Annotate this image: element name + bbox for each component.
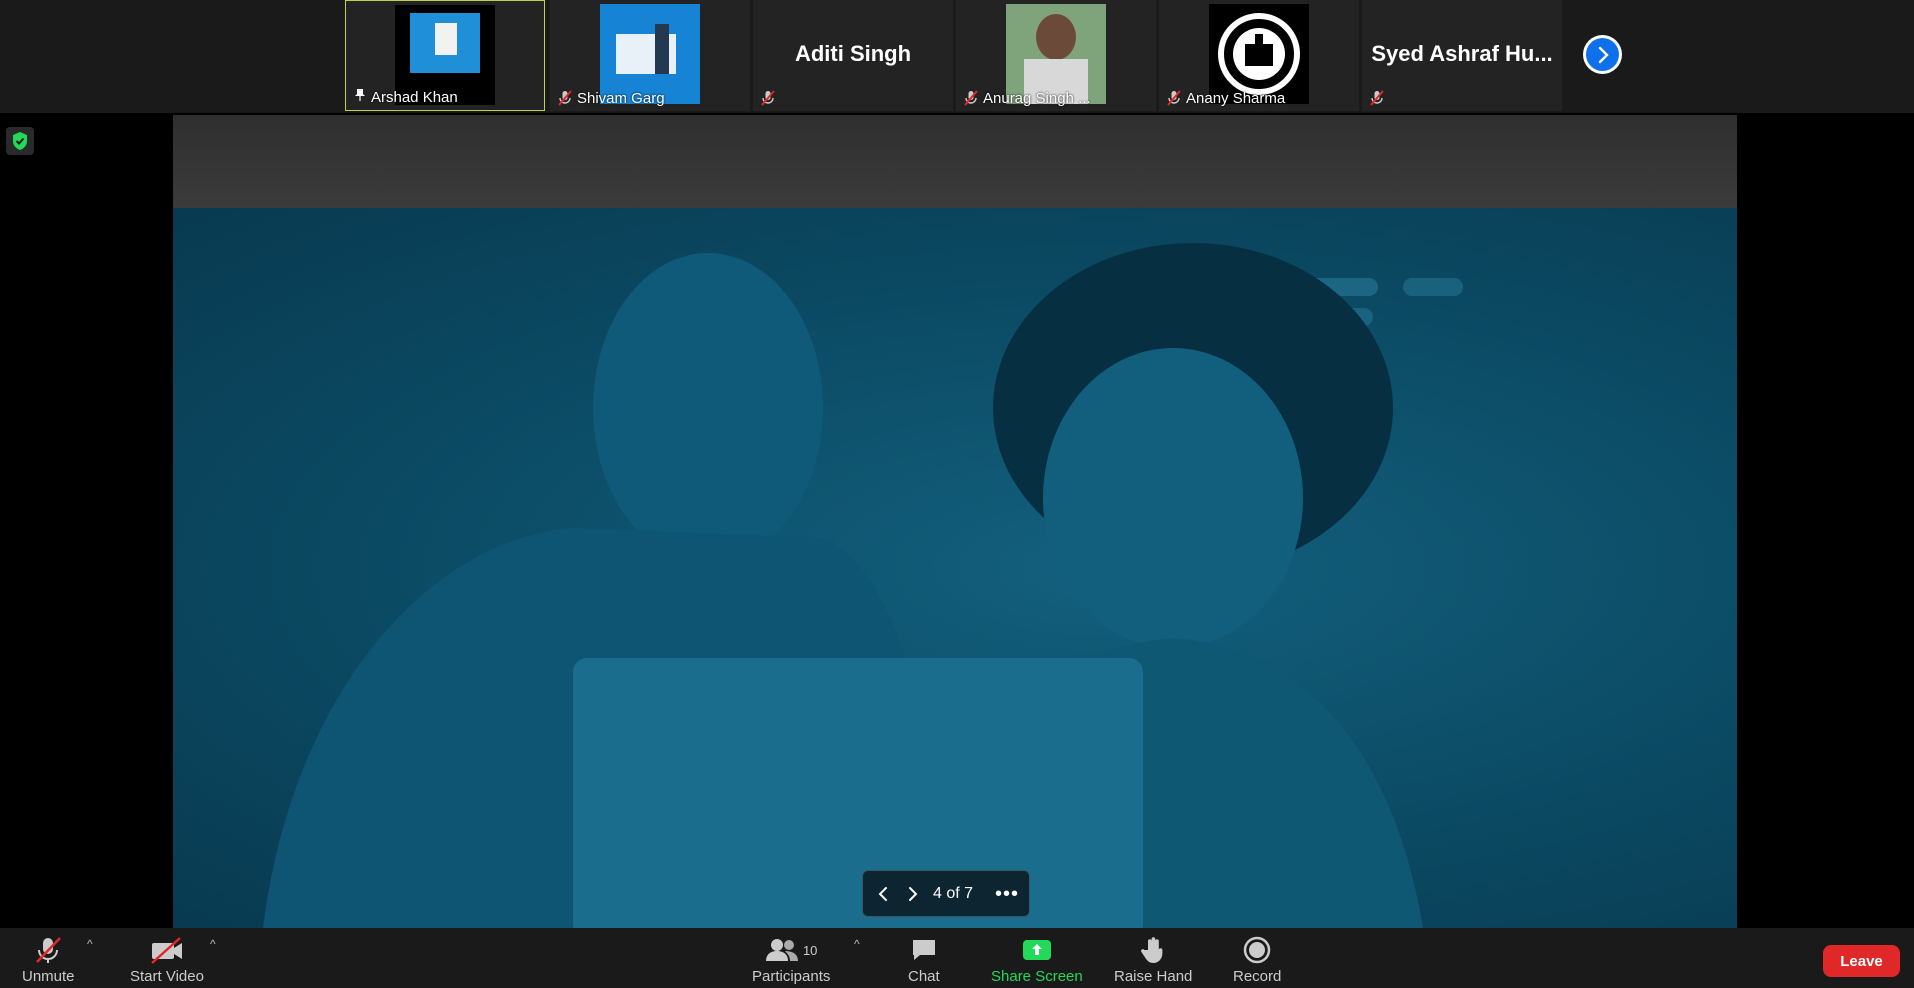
participants-button[interactable]: 10 Participants — [752, 934, 830, 985]
meeting-toolbar: Unmute ^ Start Video ^ 10 Participants ^… — [0, 928, 1914, 988]
participant-name: Shivam Garg — [577, 89, 665, 107]
mic-muted-icon — [1370, 90, 1384, 106]
next-participants-button[interactable] — [1583, 35, 1622, 74]
participant-tile-shivam-garg[interactable]: Shivam Garg — [550, 0, 750, 111]
video-options-caret-icon[interactable]: ^ — [210, 937, 216, 951]
slide-header-band — [173, 115, 1737, 208]
leave-button[interactable]: Leave — [1823, 945, 1900, 977]
participant-tile-arshad-khan[interactable]: Arshad Khan — [345, 0, 545, 111]
unmute-label: Unmute — [22, 968, 75, 985]
mic-muted-icon — [33, 934, 63, 966]
raise-hand-button[interactable]: Raise Hand — [1114, 934, 1192, 985]
mic-muted-icon — [558, 90, 572, 106]
share-screen-label: Share Screen — [991, 968, 1083, 985]
start-video-button[interactable]: Start Video — [130, 934, 204, 985]
slide-photo-illustration — [263, 243, 1463, 928]
raise-hand-label: Raise Hand — [1114, 968, 1193, 985]
participant-name: Arshad Khan — [371, 88, 458, 106]
share-screen-button[interactable]: Share Screen — [991, 934, 1083, 985]
participants-icon — [765, 939, 798, 961]
participants-label: Participants — [752, 968, 831, 985]
participant-name: Anany Sharma — [1186, 89, 1286, 107]
chevron-right-icon — [909, 886, 918, 901]
slide-navigation: 4 of 7 ••• — [862, 870, 1030, 917]
mic-muted-icon — [964, 90, 978, 106]
chevron-left-icon — [878, 886, 887, 901]
record-label: Record — [1233, 968, 1282, 985]
pin-icon — [354, 88, 366, 106]
more-options-icon[interactable]: ••• — [995, 884, 1019, 904]
chat-icon — [910, 934, 938, 966]
participant-tile-anurag-singh[interactable]: Anurag Singh ... — [956, 0, 1156, 111]
chat-label: Chat — [908, 968, 940, 985]
shared-slide — [173, 115, 1737, 928]
chevron-right-icon — [1586, 38, 1619, 71]
participant-name: Anurag Singh ... — [983, 89, 1091, 107]
audio-options-caret-icon[interactable]: ^ — [87, 937, 93, 951]
prev-slide-button[interactable] — [873, 884, 893, 904]
encryption-shield-icon[interactable] — [6, 127, 34, 155]
participant-display-name: Aditi Singh — [794, 41, 912, 66]
slide-page-indicator: 4 of 7 — [933, 884, 974, 902]
participant-display-name: Syed Ashraf Hu... — [1371, 41, 1553, 66]
participant-strip: Arshad Khan Shivam Garg Aditi Singh Anur… — [0, 0, 1914, 113]
participant-tile-aditi-singh[interactable]: Aditi Singh — [753, 0, 953, 111]
unmute-button[interactable]: Unmute — [22, 934, 75, 985]
share-screen-icon — [1022, 934, 1052, 966]
chat-button[interactable]: Chat — [908, 934, 940, 985]
raise-hand-icon — [1140, 934, 1166, 966]
participants-options-caret-icon[interactable]: ^ — [854, 937, 860, 951]
participants-count: 10 — [802, 942, 818, 958]
participant-tile-syed-ashraf[interactable]: Syed Ashraf Hu... — [1362, 0, 1562, 111]
mic-muted-icon — [761, 90, 775, 106]
participant-tile-anany-sharma[interactable]: Anany Sharma — [1159, 0, 1359, 111]
video-off-icon — [149, 934, 185, 966]
slide-photo — [173, 208, 1737, 928]
next-slide-button[interactable] — [903, 884, 923, 904]
start-video-label: Start Video — [130, 968, 204, 985]
record-icon — [1243, 934, 1271, 966]
mic-muted-icon — [1167, 90, 1181, 106]
record-button[interactable]: Record — [1233, 934, 1281, 985]
